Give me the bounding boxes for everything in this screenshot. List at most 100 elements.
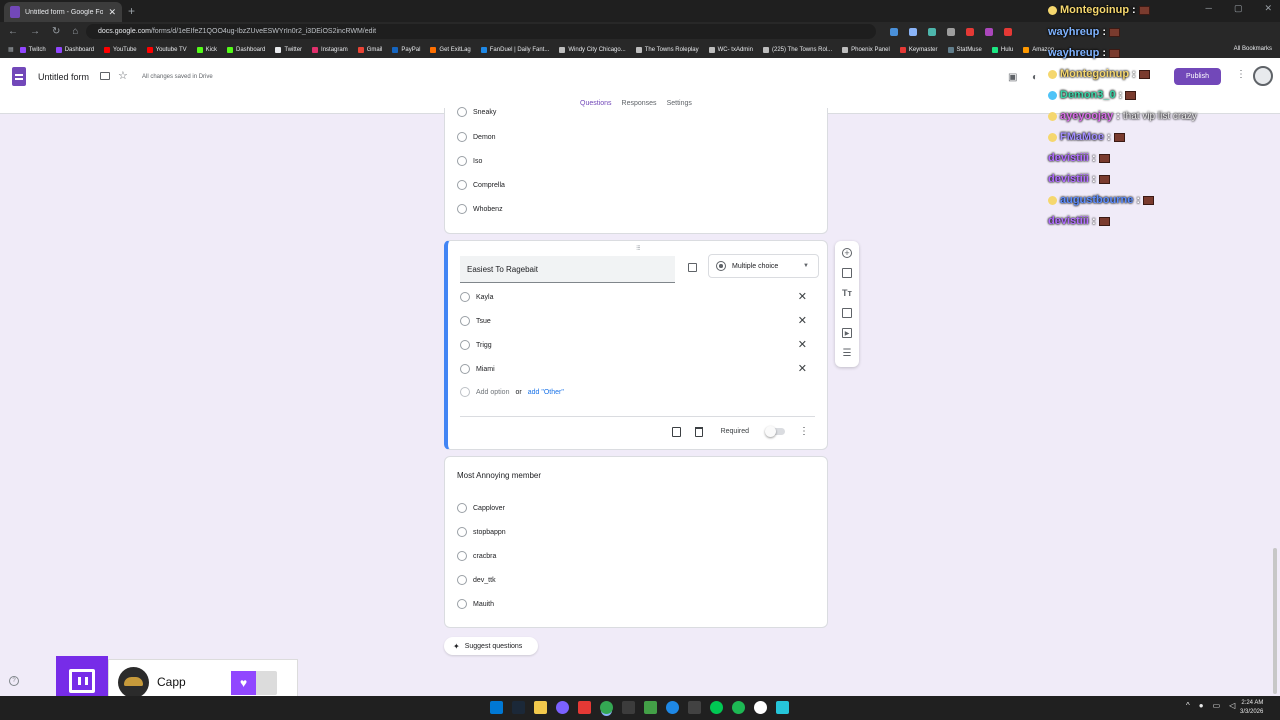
add-other-link[interactable]: add "Other" — [528, 389, 564, 396]
google-forms-logo-icon[interactable] — [12, 67, 26, 86]
system-clock[interactable]: 2:24 AM 3/3/2026 — [1240, 699, 1263, 717]
bookmark-item[interactable]: StatMuse — [947, 46, 982, 53]
app-icon[interactable] — [644, 701, 657, 714]
bookmark-item[interactable]: Kick — [196, 46, 217, 53]
form-title[interactable]: Untitled form — [38, 72, 89, 82]
option-row[interactable]: dev_ttk — [457, 575, 496, 585]
bookmark-item[interactable]: Hulu — [991, 46, 1013, 53]
duplicate-icon[interactable] — [671, 426, 681, 437]
app-icon[interactable] — [776, 701, 789, 714]
add-title-icon[interactable]: Tт — [842, 288, 852, 298]
new-tab-icon[interactable]: + — [128, 4, 135, 18]
add-image-icon[interactable] — [842, 308, 852, 318]
option-row[interactable]: Tsue — [460, 316, 491, 326]
bookmark-item[interactable]: YouTube — [104, 46, 137, 53]
star-icon[interactable]: ☆ — [118, 69, 128, 82]
question-type-dropdown[interactable]: Multiple choice ▼ — [708, 254, 819, 278]
add-option-link[interactable]: Add option — [476, 389, 509, 396]
network-icon[interactable]: ▭ — [1213, 701, 1221, 710]
question-card[interactable]: Most Annoying member Capplover stopbappn… — [444, 456, 828, 628]
radio-button[interactable] — [457, 575, 467, 585]
forward-icon[interactable]: → — [30, 26, 40, 37]
option-row[interactable]: Demon — [457, 132, 496, 142]
windows-start-icon[interactable] — [490, 701, 503, 714]
xbox-icon[interactable] — [710, 701, 723, 714]
bookmark-item[interactable]: Youtube TV — [146, 46, 187, 53]
option-row[interactable]: Kayla — [460, 292, 494, 302]
bookmark-item[interactable]: Dashboard — [227, 46, 265, 53]
customize-icon[interactable]: ▣ — [1008, 72, 1017, 83]
bookmark-item[interactable]: Phoenix Panel — [842, 46, 890, 53]
radio-button[interactable] — [457, 599, 467, 609]
extension-icon[interactable] — [928, 27, 936, 36]
radio-button[interactable] — [457, 180, 467, 190]
bookmark-item[interactable]: Get ExitLag — [430, 46, 471, 53]
add-question-icon[interactable]: + — [842, 248, 852, 258]
import-questions-icon[interactable] — [842, 268, 852, 278]
bookmark-item[interactable]: Windy City Chicago... — [559, 46, 626, 53]
help-icon[interactable]: ? — [9, 676, 19, 686]
radio-button[interactable] — [457, 503, 467, 513]
close-tab-icon[interactable]: ✕ — [108, 7, 116, 18]
bookmark-item[interactable]: The Towns Roleplay — [635, 46, 699, 53]
option-row[interactable]: Capplover — [457, 503, 505, 513]
remove-option-icon[interactable]: ✕ — [798, 338, 807, 351]
bookmark-item[interactable]: FanDuel | Daily Fant... — [480, 46, 549, 53]
add-video-icon[interactable]: ▶ — [842, 328, 852, 338]
app-icon[interactable] — [556, 701, 569, 714]
bookmark-item[interactable]: PayPal — [392, 46, 420, 53]
back-icon[interactable]: ← — [8, 26, 18, 37]
option-row[interactable]: Sneaky — [457, 107, 496, 117]
chrome-icon[interactable] — [600, 701, 613, 714]
tray-app-icon[interactable]: ● — [1199, 701, 1204, 710]
page-scrollbar[interactable] — [1273, 548, 1277, 694]
bookmark-item[interactable]: Instagram — [312, 46, 348, 53]
extension-icon[interactable] — [985, 27, 993, 36]
option-row[interactable]: cracbra — [457, 551, 496, 561]
more-icon[interactable]: ⋮ — [799, 426, 809, 437]
question-card-active[interactable]: ⁝⁝⁝ Easiest To Ragebait Multiple choice … — [444, 240, 828, 450]
bookmark-item[interactable]: Keymaster — [899, 46, 938, 53]
extension-icon[interactable] — [909, 27, 917, 36]
extension-icon[interactable] — [947, 27, 955, 36]
radio-button[interactable] — [457, 107, 467, 117]
radio-button[interactable] — [457, 551, 467, 561]
app-icon[interactable] — [622, 701, 635, 714]
add-section-icon[interactable]: ☰ — [842, 348, 852, 359]
extension-icon[interactable] — [890, 27, 898, 36]
browser-tab[interactable]: Untitled form - Google Forms ✕ — [4, 2, 122, 22]
option-row[interactable]: Comprella — [457, 180, 505, 190]
bookmark-item[interactable]: Dashboard — [55, 46, 94, 53]
add-image-icon[interactable] — [688, 263, 697, 272]
reload-icon[interactable]: ↻ — [52, 26, 60, 37]
option-row[interactable]: Mauith — [457, 599, 494, 609]
spotify-icon[interactable] — [732, 701, 745, 714]
question-card[interactable]: Sneaky Demon Iso Comprella Whobenz — [444, 107, 828, 234]
remove-option-icon[interactable]: ✕ — [798, 290, 807, 303]
option-row[interactable]: Miami — [460, 364, 495, 374]
delete-icon[interactable] — [694, 426, 703, 437]
volume-icon[interactable]: ◁ — [1229, 701, 1235, 710]
folder-icon[interactable] — [100, 72, 110, 80]
bookmark-item[interactable]: Gmail — [357, 46, 382, 53]
bookmark-item[interactable]: (225) The Towns Rol... — [762, 46, 832, 53]
app-icon[interactable] — [666, 701, 679, 714]
tray-chevron-icon[interactable]: ^ — [1186, 701, 1190, 710]
suggest-questions-button[interactable]: ✦ Suggest questions — [444, 637, 538, 655]
bookmark-item[interactable]: WC- txAdmin — [708, 46, 753, 53]
app-icon[interactable] — [754, 701, 767, 714]
option-row[interactable]: Trigg — [460, 340, 492, 350]
radio-button[interactable] — [457, 204, 467, 214]
app-icon[interactable] — [688, 701, 701, 714]
bookmark-item[interactable]: ▦ — [8, 46, 14, 53]
steam-icon[interactable] — [512, 701, 525, 714]
option-row[interactable]: stopbappn — [457, 527, 506, 537]
app-icon[interactable] — [578, 701, 591, 714]
required-toggle[interactable] — [765, 426, 785, 437]
remove-option-icon[interactable]: ✕ — [798, 362, 807, 375]
home-icon[interactable]: ⌂ — [72, 26, 78, 37]
file-explorer-icon[interactable] — [534, 701, 547, 714]
extension-icon[interactable] — [1004, 27, 1012, 36]
remove-option-icon[interactable]: ✕ — [798, 314, 807, 327]
radio-button[interactable] — [457, 527, 467, 537]
